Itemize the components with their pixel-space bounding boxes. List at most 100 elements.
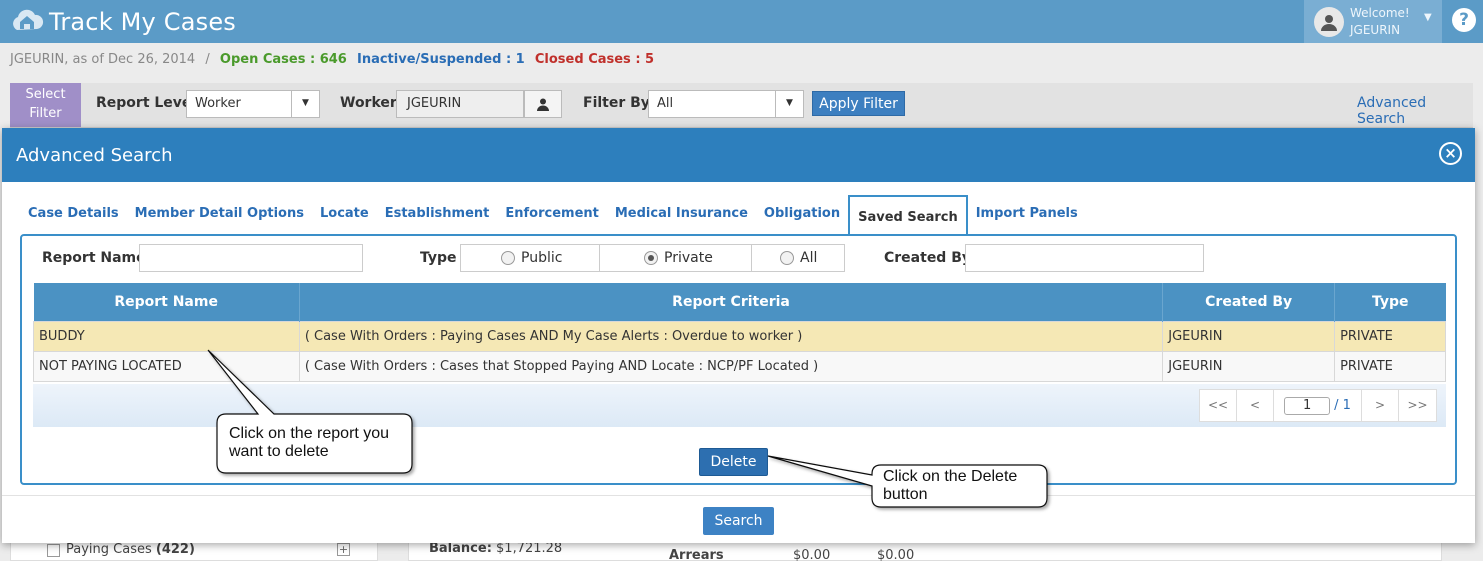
user-menu[interactable]: Welcome! JGEURIN ▼ [1304, 0, 1442, 43]
created-by-input[interactable] [965, 244, 1204, 272]
cloud-house-icon [9, 4, 45, 40]
filter-bar: Select Filter Report Level Worker ▼ Work… [10, 83, 1473, 128]
tab-member-detail-options[interactable]: Member Detail Options [127, 195, 312, 235]
tab-saved-search[interactable]: Saved Search [848, 195, 968, 237]
search-tabs: Case Details Member Detail Options Locat… [20, 195, 1086, 237]
column-created-by[interactable]: Created By [1162, 283, 1336, 321]
balance-value: $1,721.28 [496, 541, 563, 556]
worker-value: JGEURIN [407, 96, 462, 111]
table-row[interactable]: NOT PAYING LOCATED ( Case With Orders : … [33, 350, 1446, 382]
private-label: Private [664, 250, 713, 266]
paying-cases-item: Paying Cases (422) + [10, 540, 378, 561]
select-filter-line1: Select [25, 87, 66, 102]
type-public-option[interactable]: Public [461, 245, 600, 271]
modal-footer: Search [2, 495, 1475, 543]
private-radio[interactable] [644, 251, 658, 265]
all-label: All [800, 250, 818, 266]
cell-type[interactable]: PRIVATE [1334, 320, 1446, 352]
report-name-label: Report Name [42, 250, 146, 266]
select-filter-button[interactable]: Select Filter [10, 83, 81, 127]
tab-establishment[interactable]: Establishment [377, 195, 498, 235]
closed-cases-link[interactable]: Closed Cases : 5 [535, 52, 654, 67]
type-all-option[interactable]: All [752, 245, 844, 271]
report-level-value: Worker [195, 96, 241, 111]
modal-header: Advanced Search × [2, 128, 1475, 182]
balance-label: Balance: [429, 541, 492, 556]
chevron-down-icon: ▼ [1424, 12, 1432, 23]
all-radio[interactable] [780, 251, 794, 265]
chevron-down-icon: ▼ [291, 91, 319, 117]
grid-header-row: Report Name Report Criteria Created By T… [33, 283, 1446, 321]
paying-cases-count: (422) [155, 542, 195, 557]
open-cases-link[interactable]: Open Cases : 646 [220, 52, 347, 67]
public-radio[interactable] [501, 251, 515, 265]
report-name-input[interactable] [139, 244, 363, 272]
apply-filter-button[interactable]: Apply Filter [812, 91, 905, 116]
callout-row-line2: want to delete [229, 443, 329, 460]
status-context: JGEURIN, as of Dec 26, 2014 [10, 52, 196, 67]
column-report-criteria[interactable]: Report Criteria [299, 283, 1164, 321]
table-row[interactable]: BUDDY ( Case With Orders : Paying Cases … [33, 320, 1446, 352]
cell-report-criteria[interactable]: ( Case With Orders : Paying Cases AND My… [298, 320, 1164, 352]
tab-import-panels[interactable]: Import Panels [968, 195, 1086, 235]
pager: << < 1 / 1 > >> [1199, 389, 1437, 422]
paying-cases-checkbox[interactable] [47, 544, 60, 557]
advanced-search-link[interactable]: Advanced Search [1357, 95, 1473, 127]
delete-button[interactable]: Delete [699, 448, 768, 476]
case-summary-peek: Balance: $1,721.28 Arrears $0.00 $0.00 [408, 540, 1442, 561]
callout-delete-line2: button [883, 486, 928, 503]
report-level-select[interactable]: Worker ▼ [186, 90, 320, 118]
tab-obligation[interactable]: Obligation [756, 195, 848, 235]
arrears-value-2: $0.00 [877, 548, 915, 561]
avatar [1314, 6, 1344, 37]
paying-cases-label: Paying Cases [66, 542, 152, 557]
cell-created-by[interactable]: JGEURIN [1162, 320, 1336, 352]
user-icon [1321, 14, 1337, 31]
cell-type[interactable]: PRIVATE [1334, 350, 1446, 382]
chevron-down-icon: ▼ [775, 91, 803, 117]
worker-input[interactable]: JGEURIN [396, 90, 524, 118]
saved-search-grid: Report Name Report Criteria Created By T… [33, 283, 1446, 382]
tab-medical-insurance[interactable]: Medical Insurance [607, 195, 756, 235]
worker-label: Worker [340, 95, 397, 111]
last-page-button[interactable]: >> [1399, 390, 1436, 421]
tab-locate[interactable]: Locate [312, 195, 377, 235]
page-indicator: 1 / 1 [1274, 390, 1362, 421]
search-button[interactable]: Search [703, 507, 774, 535]
user-name: JGEURIN [1350, 22, 1401, 37]
cell-created-by[interactable]: JGEURIN [1162, 350, 1336, 382]
filter-by-value: All [657, 96, 674, 111]
filter-by-label: Filter By [583, 95, 650, 111]
tab-case-details[interactable]: Case Details [20, 195, 127, 235]
cell-report-criteria[interactable]: ( Case With Orders : Cases that Stopped … [298, 350, 1164, 382]
arrears-label: Arrears [669, 548, 724, 561]
first-page-button[interactable]: << [1200, 390, 1237, 421]
callout-delete-line1: Click on the Delete [883, 468, 1018, 485]
filter-by-select[interactable]: All ▼ [648, 90, 804, 118]
app-header: Track My Cases Welcome! JGEURIN ▼ ? [0, 0, 1483, 43]
cell-report-name[interactable]: NOT PAYING LOCATED [33, 350, 300, 382]
prev-page-button[interactable]: < [1237, 390, 1274, 421]
modal-title: Advanced Search [16, 145, 173, 166]
app-logo[interactable]: Track My Cases [9, 4, 236, 40]
callout-row-line1: Click on the report you [229, 425, 390, 442]
cell-report-name[interactable]: BUDDY [33, 320, 300, 352]
worker-picker-button[interactable] [524, 90, 562, 118]
arrears-value-1: $0.00 [793, 548, 831, 561]
case-status-summary: JGEURIN, as of Dec 26, 2014 / Open Cases… [10, 52, 654, 67]
expand-icon[interactable]: + [337, 543, 350, 556]
next-page-button[interactable]: > [1362, 390, 1399, 421]
inactive-cases-link[interactable]: Inactive/Suspended : 1 [357, 52, 525, 67]
report-level-label: Report Level [96, 95, 197, 111]
type-radio-group: Public Private All [460, 244, 845, 272]
column-report-name[interactable]: Report Name [33, 283, 300, 321]
tab-enforcement[interactable]: Enforcement [497, 195, 607, 235]
type-label: Type [420, 250, 457, 266]
close-icon[interactable]: × [1439, 142, 1462, 165]
column-type[interactable]: Type [1334, 283, 1446, 321]
page-number-input[interactable]: 1 [1284, 396, 1331, 415]
advanced-search-modal: Advanced Search × Case Details Member De… [2, 128, 1475, 543]
select-filter-line2: Filter [29, 106, 62, 121]
type-private-option[interactable]: Private [600, 245, 752, 271]
help-icon[interactable]: ? [1452, 8, 1476, 32]
